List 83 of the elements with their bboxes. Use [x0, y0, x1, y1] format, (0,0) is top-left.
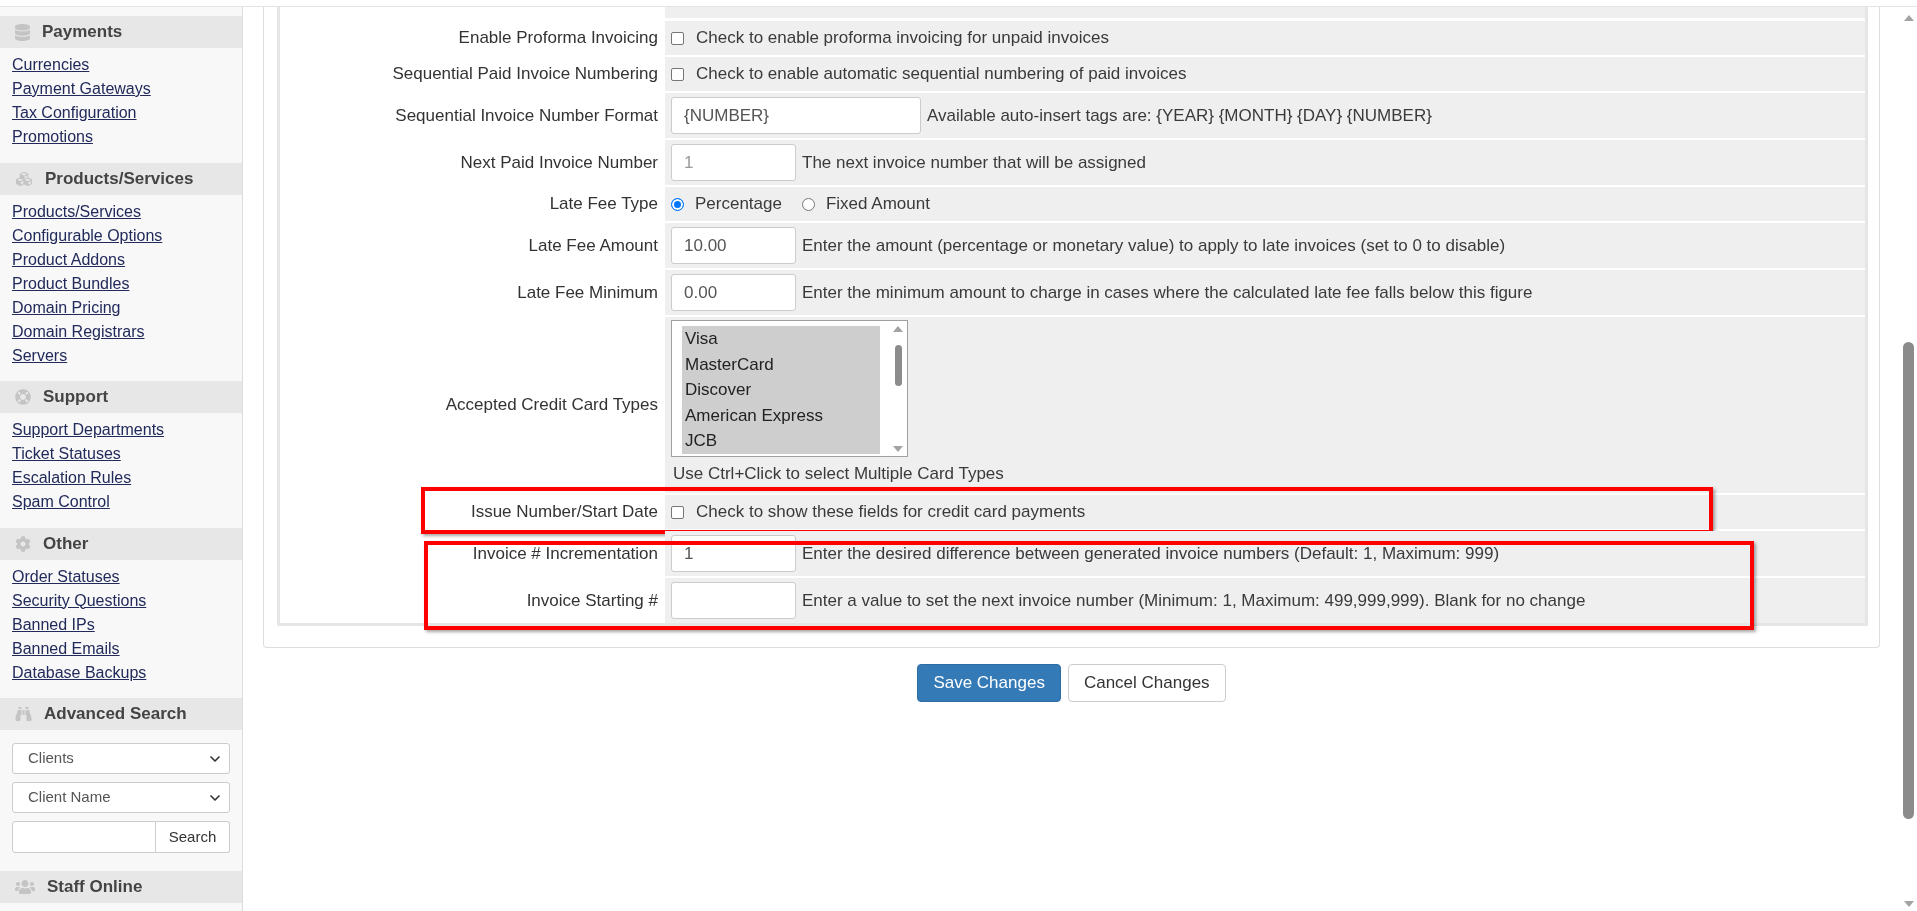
- lifebuoy-icon: [15, 389, 31, 405]
- sidebar-link[interactable]: Tax Configuration: [12, 101, 137, 125]
- setting-label: Enable Proforma Invoicing: [458, 27, 658, 49]
- scrollbar-thumb[interactable]: [894, 345, 902, 386]
- select-field[interactable]: Client Name: [12, 782, 230, 813]
- sidebar-link[interactable]: Domain Pricing: [12, 295, 121, 320]
- section-title: Payments: [42, 21, 123, 43]
- cubes-icon: [15, 170, 33, 187]
- setting-description: Enter the amount (percentage or monetary value) to apply to late invoices (set to 0 to disable): [802, 234, 1506, 257]
- sidebar-link[interactable]: Products/Services: [12, 199, 141, 224]
- input-field[interactable]: 0.00: [671, 274, 796, 311]
- sidebar-link[interactable]: Spam Control: [12, 490, 110, 514]
- sidebar-link[interactable]: Escalation Rules: [12, 466, 132, 490]
- select-field[interactable]: Clients: [12, 743, 230, 774]
- list-option[interactable]: JCB: [682, 428, 880, 454]
- setting-label: Invoice # Incrementation: [472, 542, 658, 565]
- save-button[interactable]: Save Changes: [917, 664, 1061, 702]
- section-title: Products/Services: [45, 167, 194, 190]
- search-field[interactable]: [12, 821, 156, 853]
- setting-description: Enter the minimum amount to charge in cases where the calculated late fee falls below this figure: [802, 281, 1533, 304]
- radio-button[interactable]: [671, 197, 684, 211]
- gear-icon: [15, 535, 31, 552]
- sidebar-link[interactable]: Banned IPs: [12, 612, 95, 637]
- setting-description: Enter the desired difference between generated invoice numbers (Default: 1, Maximum: 999): [802, 542, 1500, 565]
- section-title: Advanced Search: [44, 703, 187, 725]
- users-icon: [15, 879, 35, 895]
- list-option[interactable]: American Express: [682, 402, 880, 428]
- input-field[interactable]: 1: [671, 144, 796, 181]
- setting-description: Available auto-insert tags are: {YEAR} {MONTH} {DAY} {NUMBER}: [927, 104, 1432, 127]
- setting-description: Check to enable proforma invoicing for unpaid invoices: [696, 27, 1109, 49]
- database-icon: [15, 23, 30, 41]
- setting-label: Late Fee Type: [549, 193, 658, 215]
- setting-label: Next Paid Invoice Number: [460, 151, 658, 174]
- arrow-up-icon[interactable]: [1903, 15, 1914, 21]
- cancel-button[interactable]: Cancel Changes: [1067, 664, 1226, 702]
- arrow-up-icon[interactable]: [893, 326, 903, 332]
- radio-label[interactable]: Percentage: [695, 193, 782, 215]
- arrow-down-icon[interactable]: [893, 446, 903, 452]
- binoculars-icon: [15, 706, 32, 722]
- radio-label[interactable]: Fixed Amount: [825, 193, 930, 215]
- sidebar-link[interactable]: Payment Gateways: [12, 77, 151, 101]
- sidebar-link[interactable]: Product Bundles: [12, 271, 130, 296]
- sidebar-link[interactable]: Promotions: [12, 125, 93, 149]
- card-type-list[interactable]: Visa MasterCard Discover American Express JCB: [671, 320, 908, 457]
- setting-description: The next invoice number that will be assigned: [802, 151, 1146, 174]
- sidebar-link[interactable]: Currencies: [12, 53, 90, 77]
- scrollbar-thumb[interactable]: [1903, 342, 1914, 819]
- sidebar-link[interactable]: Order Statuses: [12, 564, 120, 589]
- radio-button[interactable]: [801, 197, 815, 211]
- input-field[interactable]: {NUMBER}: [671, 97, 921, 134]
- setting-label: Late Fee Minimum: [517, 281, 658, 304]
- checkbox[interactable]: [671, 67, 684, 81]
- setting-label: Sequential Paid Invoice Numbering: [392, 63, 658, 85]
- sidebar-link[interactable]: Banned Emails: [12, 636, 120, 661]
- search-button[interactable]: Search: [156, 821, 230, 853]
- sidebar-link[interactable]: Ticket Statuses: [12, 442, 121, 466]
- list-option[interactable]: Discover: [682, 377, 880, 403]
- input-field[interactable]: [671, 582, 796, 619]
- list-option[interactable]: MasterCard: [682, 351, 880, 377]
- setting-label: Issue Number/Start Date: [470, 501, 658, 523]
- list-option[interactable]: Visa: [682, 326, 880, 352]
- arrow-down-icon[interactable]: [1903, 901, 1914, 907]
- setting-label: Invoice Starting #: [526, 589, 658, 612]
- sidebar-link[interactable]: Domain Registrars: [12, 319, 145, 344]
- sidebar-link[interactable]: Configurable Options: [12, 223, 163, 248]
- checkbox[interactable]: [671, 31, 684, 45]
- setting-label: Late Fee Amount: [528, 234, 658, 257]
- help-text: Use Ctrl+Click to select Multiple Card Types: [673, 463, 1004, 485]
- sidebar-link[interactable]: Database Backups: [12, 660, 147, 685]
- section-title: Staff Online: [47, 876, 143, 898]
- sidebar-link[interactable]: Servers: [12, 343, 68, 368]
- sidebar-link[interactable]: Support Departments: [12, 418, 165, 442]
- sidebar-link[interactable]: Product Addons: [12, 247, 125, 272]
- setting-label: Accepted Credit Card Types: [445, 394, 658, 416]
- input-field[interactable]: 10.00: [671, 227, 796, 264]
- checkbox[interactable]: [671, 505, 684, 519]
- sidebar-link[interactable]: Security Questions: [12, 588, 147, 613]
- setting-description: Enter a value to set the next invoice number (Minimum: 1, Maximum: 499,999,999). Blank for no change: [802, 589, 1586, 612]
- setting-description: Check to enable automatic sequential numbering of paid invoices: [696, 63, 1187, 85]
- setting-description: Check to show these fields for credit card payments: [696, 501, 1086, 523]
- setting-label: Sequential Invoice Number Format: [395, 104, 658, 127]
- section-title: Support: [43, 386, 109, 408]
- section-title: Other: [43, 532, 89, 555]
